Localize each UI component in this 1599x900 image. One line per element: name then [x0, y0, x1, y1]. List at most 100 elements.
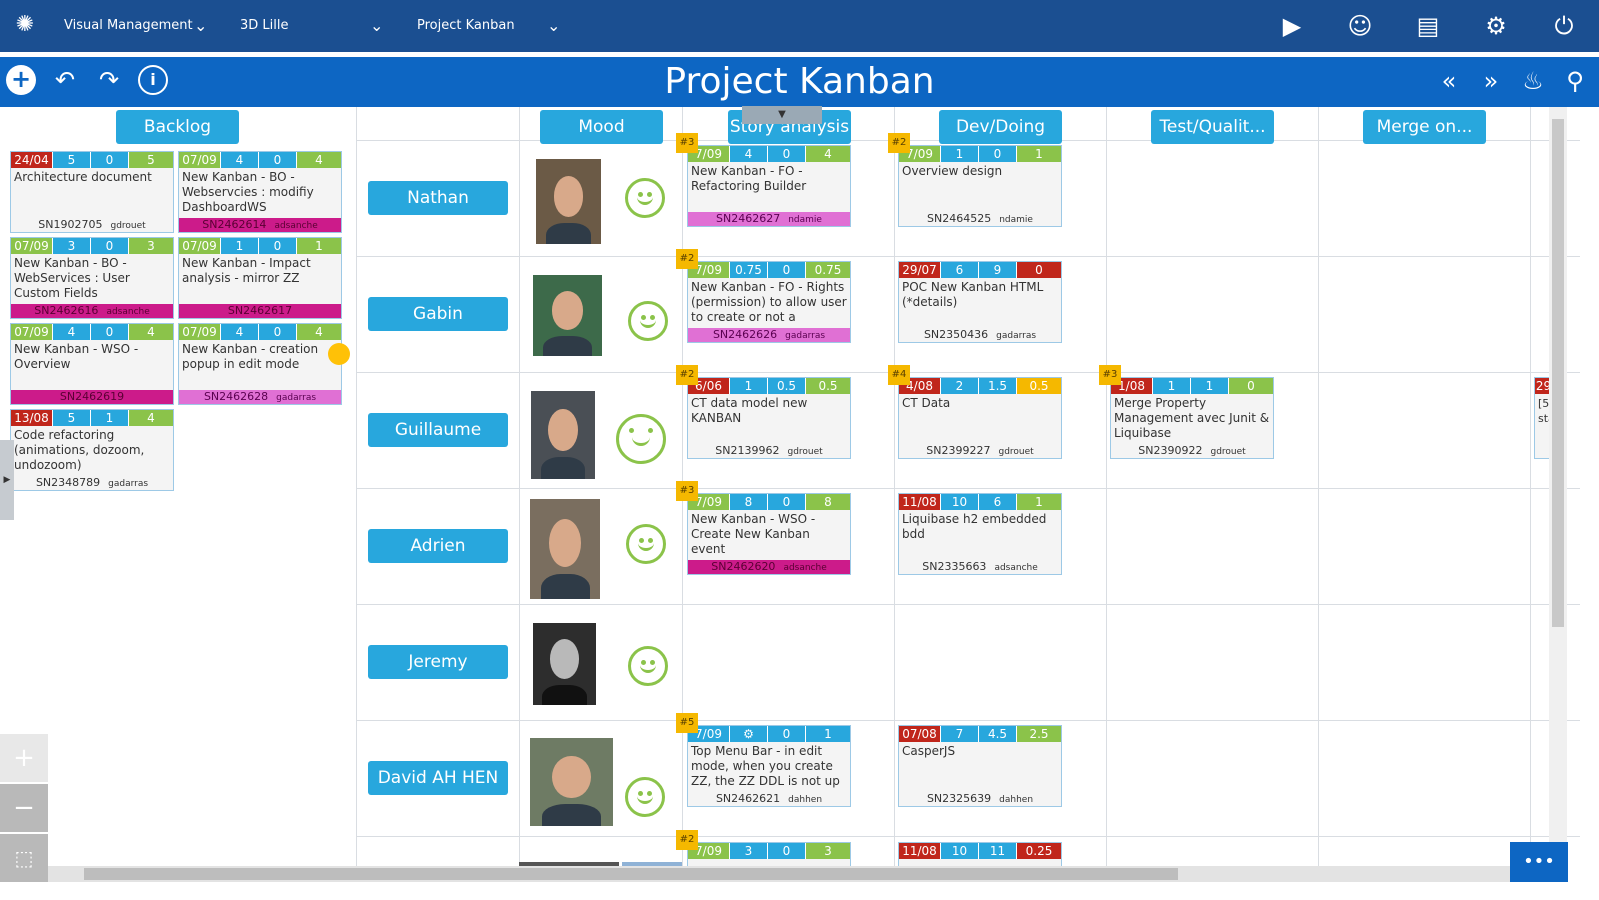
more-button[interactable]: •••: [1510, 842, 1568, 882]
dropdown-domain[interactable]: Visual Management ⌄: [64, 0, 214, 52]
card-sn2335663[interactable]: 11/08 10 6 1 Liquibase h2 embedded bdd SN23…: [898, 493, 1062, 575]
column-header-backlog[interactable]: Backlog: [116, 110, 239, 144]
card-sn2390922[interactable]: 1/08 1 1 0 Merge Property Management avec J…: [1110, 377, 1274, 459]
card-sn2462616[interactable]: 07/09 3 0 3 New Kanban - BO - WebServices :…: [10, 237, 174, 319]
card-user: gdrouet: [998, 447, 1034, 457]
card-sn2462628[interactable]: 07/09 4 0 4 New Kanban - creation popup in …: [178, 323, 342, 405]
column-drag-handle[interactable]: ▼: [742, 106, 822, 124]
card-sn2462626[interactable]: 7/09 0.75 0 0.75 New Kanban - FO - Rights (…: [687, 261, 851, 343]
undo-icon[interactable]: ↶: [50, 65, 80, 95]
card-sn2462621[interactable]: 7/09 ⚙ 0 1 Top Menu Bar - in edit mode, whe…: [687, 725, 851, 807]
dropdown-site-label: 3D Lille: [240, 18, 289, 33]
card-spent: 0: [91, 152, 129, 168]
document-icon[interactable]: ▤: [1413, 12, 1443, 40]
card-sn2462627[interactable]: 7/09 4 0 4 New Kanban - FO - Refactoring Bu…: [687, 145, 851, 227]
card-sn2462617[interactable]: 07/09 1 0 1 New Kanban - Impact analysis - …: [178, 237, 342, 319]
chevron-down-icon: ⌄: [194, 16, 208, 35]
double-chevron-left-icon[interactable]: «: [1437, 67, 1461, 95]
card-sn1902705[interactable]: 24/04 5 0 5 Architecture document SN1902705…: [10, 151, 174, 233]
redo-icon[interactable]: ↷: [94, 65, 124, 95]
grid-line: [519, 107, 520, 867]
double-chevron-right-icon[interactable]: »: [1479, 67, 1503, 95]
play-icon[interactable]: ▶: [1277, 12, 1307, 40]
card-date: 07/09: [11, 238, 53, 254]
card-sn2325639[interactable]: 07/08 7 4.5 2.5 CasperJS SN2325639 dahhen: [898, 725, 1062, 807]
card-spent: 0: [979, 146, 1017, 162]
card-sn2462619[interactable]: 07/09 4 0 4 New Kanban - WSO - Overview SN2…: [10, 323, 174, 405]
card-spent: 11: [979, 843, 1017, 859]
fit-screen-icon[interactable]: ⬚: [0, 834, 48, 882]
card-remaining: 3: [129, 238, 173, 254]
zoom-out-button[interactable]: −: [0, 784, 48, 832]
card-id: SN2462626: [712, 328, 778, 341]
bell-icon[interactable]: ♨: [1521, 67, 1545, 95]
column-header-merge[interactable]: Merge on...: [1363, 110, 1486, 144]
side-panel-toggle[interactable]: ▶: [0, 440, 14, 520]
card-spent: 9: [979, 262, 1017, 278]
card-title: New Kanban - WSO - Overview: [14, 342, 139, 371]
mood-happy-icon[interactable]: [625, 178, 665, 218]
card-user: adsanche: [994, 563, 1038, 573]
card-spent: 1.5: [979, 378, 1017, 394]
card-sn2462614[interactable]: 07/09 4 0 4 New Kanban - BO - Webservcies :…: [178, 151, 342, 233]
vertical-scrollbar[interactable]: [1549, 107, 1567, 867]
scrollbar-thumb[interactable]: [1552, 119, 1564, 627]
card-title: Merge Property Management avec Junit & L…: [1114, 396, 1270, 440]
card-remaining: 4: [297, 324, 341, 340]
column-header-test-quality[interactable]: Test/Qualit...: [1151, 110, 1274, 144]
column-header-dev-doing[interactable]: Dev/Doing: [939, 110, 1062, 144]
card-sn2348789[interactable]: 13/08 5 1 4 Code refactoring (animations, d…: [10, 409, 174, 491]
card-estimate: 10: [941, 843, 979, 859]
card-user: gadarras: [785, 331, 826, 341]
card-estimate: 3: [53, 238, 91, 254]
card-spent: 0: [91, 324, 129, 340]
lane-label-jeremy[interactable]: Jeremy: [368, 645, 508, 679]
card-sn2139962[interactable]: 6/06 1 0.5 0.5 CT data model new KANBAN SN2…: [687, 377, 851, 459]
gear-icon[interactable]: ⚙: [1481, 12, 1511, 40]
search-icon[interactable]: ⚲: [1563, 67, 1587, 95]
mood-happy-icon[interactable]: [616, 414, 666, 464]
zoom-in-button[interactable]: +: [0, 734, 48, 782]
card-id: SN2335663: [922, 560, 987, 573]
add-icon[interactable]: +: [6, 65, 36, 95]
card-estimate: 2: [941, 378, 979, 394]
card-date: 11/08: [899, 843, 941, 859]
info-icon[interactable]: i: [138, 65, 168, 95]
chevron-down-icon: ⌄: [370, 16, 384, 35]
card-footer: SN2462617: [179, 304, 341, 318]
power-icon[interactable]: ⏻: [1549, 12, 1579, 40]
card-id: SN2462620: [711, 560, 776, 573]
horizontal-scrollbar[interactable]: [48, 866, 1510, 882]
card-sn2464525[interactable]: 7/09 1 0 1 Overview design SN2464525 ndamie: [898, 145, 1062, 227]
mood-happy-icon[interactable]: [626, 524, 666, 564]
toolbar-left: + ↶ ↷ i: [6, 65, 168, 95]
lane-label-gabin[interactable]: Gabin: [368, 297, 508, 331]
lane-label-guillaume[interactable]: Guillaume: [368, 413, 508, 447]
card-sn2399227[interactable]: 4/08 2 1.5 0.5 CT Data SN2399227 gdrouet: [898, 377, 1062, 459]
card-sn2350436[interactable]: 29/07 6 9 0 POC New Kanban HTML (*details) …: [898, 261, 1062, 343]
card-spent: 6: [979, 494, 1017, 510]
card-spent: 0: [768, 262, 806, 278]
card-sn2462620[interactable]: 7/09 8 0 8 New Kanban - WSO - Create New Ka…: [687, 493, 851, 575]
users-icon[interactable]: ☺: [1345, 12, 1375, 40]
app-logo-icon[interactable]: ✺: [10, 10, 40, 40]
mood-happy-icon[interactable]: [628, 646, 668, 686]
avatar: [530, 499, 600, 599]
card-user: gdrouet: [110, 221, 146, 231]
lane-label-nathan[interactable]: Nathan: [368, 181, 508, 215]
lane-label-adrien[interactable]: Adrien: [368, 529, 508, 563]
resize-handle[interactable]: [328, 343, 350, 365]
card-remaining: 4: [806, 146, 850, 162]
mood-happy-icon[interactable]: [625, 777, 665, 817]
card-user: gdrouet: [787, 447, 823, 457]
priority-badge: #5: [676, 713, 698, 733]
scrollbar-thumb[interactable]: [84, 868, 1178, 880]
column-header-mood[interactable]: Mood: [540, 110, 663, 144]
dropdown-site[interactable]: 3D Lille ⌄: [240, 0, 390, 52]
card-footer: SN2464525 ndamie: [899, 212, 1061, 226]
card-footer: SN2462620 adsanche: [688, 560, 850, 574]
card-id: SN2350436: [923, 328, 989, 341]
mood-happy-icon[interactable]: [628, 301, 668, 341]
dropdown-board[interactable]: Project Kanban ⌄: [417, 0, 567, 52]
lane-label-david[interactable]: David AH HEN: [368, 761, 508, 795]
